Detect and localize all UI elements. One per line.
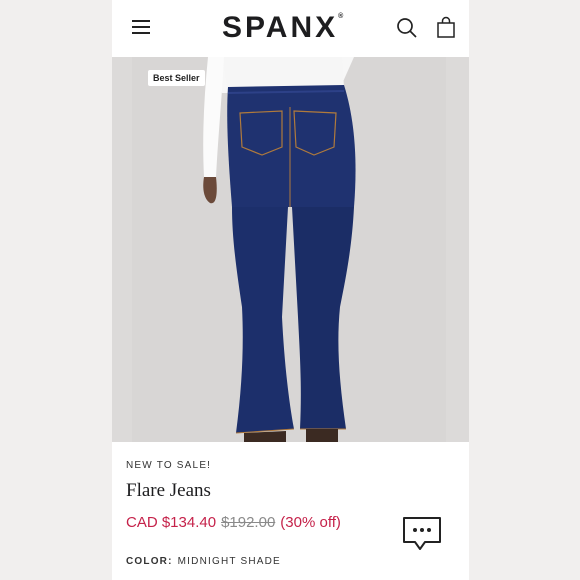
- new-to-sale-label: NEW TO SALE!: [126, 460, 212, 471]
- trademark-mark: ®: [338, 13, 344, 20]
- product-info: NEW TO SALE! Flare Jeans CAD $134.40 $192…: [112, 442, 469, 580]
- brand-logo[interactable]: SPANX®: [222, 11, 343, 45]
- chat-icon: [403, 517, 441, 550]
- sale-price: CAD $134.40: [126, 514, 217, 531]
- site-header: SPANX®: [112, 0, 469, 57]
- menu-icon-bar: [132, 26, 150, 28]
- menu-button[interactable]: [130, 17, 154, 37]
- search-button[interactable]: [395, 16, 419, 40]
- product-photo: [132, 57, 446, 442]
- menu-icon-bar: [132, 32, 150, 34]
- original-price: $192.00: [221, 514, 276, 531]
- search-icon: [397, 18, 417, 38]
- best-seller-badge: Best Seller: [148, 70, 205, 86]
- price-row: CAD $134.40 $192.00 (30% off): [126, 514, 341, 531]
- color-row: COLOR: MIDNIGHT SHADE: [126, 556, 281, 567]
- menu-icon-bar: [132, 20, 150, 22]
- product-title: Flare Jeans: [126, 480, 211, 501]
- color-label: COLOR:: [126, 556, 173, 567]
- discount-percent: (30% off): [280, 514, 341, 531]
- product-image[interactable]: Best Seller: [112, 57, 469, 442]
- color-value: MIDNIGHT SHADE: [177, 556, 281, 567]
- shopping-bag-icon: [437, 16, 455, 38]
- chat-button[interactable]: [400, 514, 444, 554]
- cart-button[interactable]: [434, 16, 458, 40]
- product-card: SPANX® Best Seller NEW TO SALE! Flare Je…: [112, 0, 469, 580]
- brand-name: SPANX: [222, 11, 339, 44]
